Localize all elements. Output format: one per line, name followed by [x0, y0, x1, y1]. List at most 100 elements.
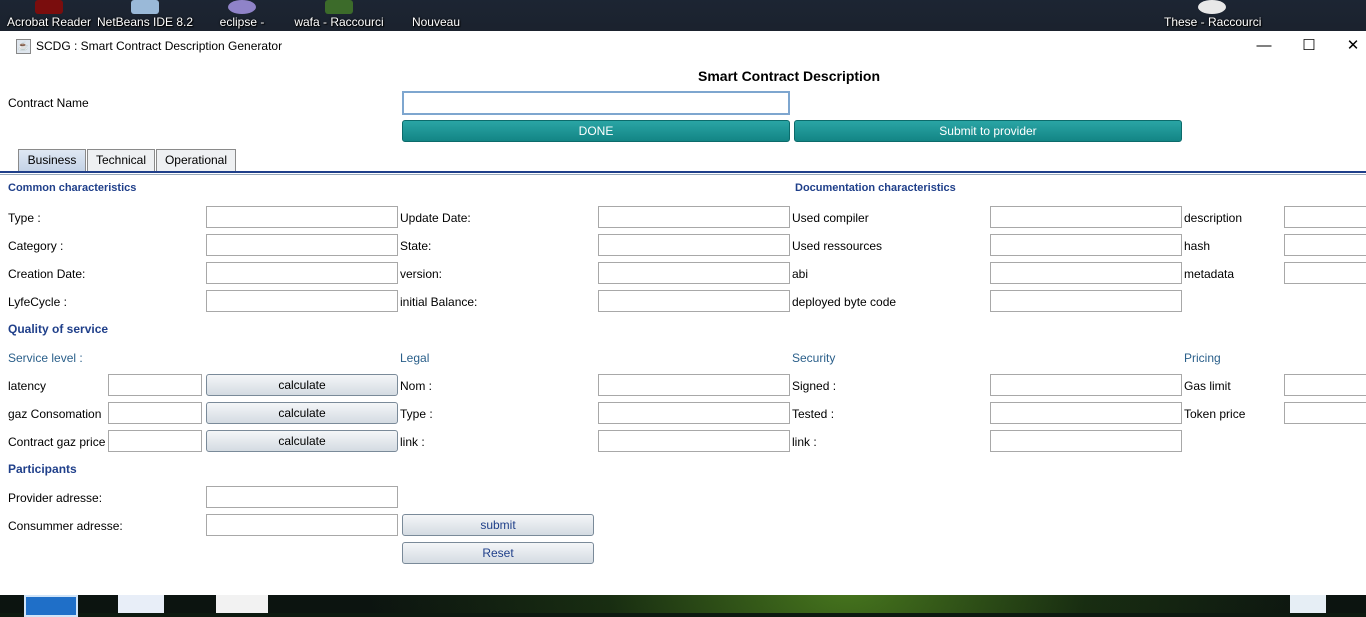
- app-arrows-icon[interactable]: [24, 595, 78, 617]
- desktop-icon-eclipse[interactable]: eclipse -: [194, 0, 290, 31]
- desktop-icon-acrobat[interactable]: Acrobat Reader: [1, 0, 97, 31]
- used-compiler-label: Used compiler: [792, 211, 869, 225]
- lifecycle-label: LyfeCycle :: [8, 295, 67, 309]
- security-title: Security: [792, 351, 836, 365]
- initial-balance-input[interactable]: [598, 290, 790, 312]
- reset-button[interactable]: Reset: [402, 542, 594, 564]
- maximize-button[interactable]: ☐: [1286, 31, 1332, 60]
- state-input[interactable]: [598, 234, 790, 256]
- signed-label: Signed :: [792, 379, 837, 393]
- desktop-icon-netbeans[interactable]: NetBeans IDE 8.2: [97, 0, 193, 31]
- gas-limit-input[interactable]: [1284, 374, 1366, 396]
- metadata-label: metadata: [1184, 267, 1235, 281]
- participants-title: Participants: [8, 462, 77, 476]
- common-characteristics-title: Common characteristics: [8, 182, 137, 194]
- desktop-icon-these[interactable]: These - Raccourci: [1164, 0, 1261, 31]
- gas-limit-label: Gas limit: [1184, 379, 1231, 393]
- lifecycle-input[interactable]: [206, 290, 398, 312]
- tab-divider: [0, 171, 1366, 173]
- abi-input[interactable]: [990, 262, 1182, 284]
- close-button[interactable]: ✕: [1330, 31, 1366, 60]
- description-label: description: [1184, 211, 1243, 225]
- word-icon[interactable]: [118, 595, 164, 613]
- desktop-icon-nouveau[interactable]: Nouveau: [388, 0, 484, 31]
- submit-button[interactable]: submit: [402, 514, 594, 536]
- initial-balance-label: initial Balance:: [400, 295, 478, 309]
- latency-input[interactable]: [108, 374, 202, 396]
- provider-address-label: Provider adresse:: [8, 491, 103, 505]
- tab-divider-shadow: [0, 174, 1366, 175]
- version-input[interactable]: [598, 262, 790, 284]
- legal-nom-input[interactable]: [598, 374, 790, 396]
- recycle-bin-icon[interactable]: [1290, 595, 1326, 613]
- update-date-label: Update Date:: [400, 211, 471, 225]
- gaz-consomation-input[interactable]: [108, 402, 202, 424]
- used-compiler-input[interactable]: [990, 206, 1182, 228]
- used-ressources-input[interactable]: [990, 234, 1182, 256]
- pricing-title: Pricing: [1184, 351, 1221, 365]
- security-link-input[interactable]: [990, 430, 1182, 452]
- legal-type-label: Type :: [400, 407, 433, 421]
- token-price-input[interactable]: [1284, 402, 1366, 424]
- java-app-icon: ☕: [16, 39, 31, 54]
- legal-link-input[interactable]: [598, 430, 790, 452]
- acrobat-icon: [35, 0, 63, 14]
- document-icon[interactable]: [216, 595, 268, 613]
- used-ressources-label: Used ressources: [792, 239, 883, 253]
- gaz-consomation-label: gaz Consomation: [8, 407, 102, 421]
- shortcut-icon: [1198, 0, 1226, 14]
- creation-date-input[interactable]: [206, 262, 398, 284]
- version-label: version:: [400, 267, 443, 281]
- security-link-label: link :: [792, 435, 817, 449]
- metadata-input[interactable]: [1284, 262, 1366, 284]
- service-level-title: Service level :: [8, 351, 83, 365]
- hash-input[interactable]: [1284, 234, 1366, 256]
- legal-title: Legal: [400, 351, 430, 365]
- legal-type-input[interactable]: [598, 402, 790, 424]
- category-input[interactable]: [206, 234, 398, 256]
- netbeans-icon: [131, 0, 159, 14]
- deployed-byte-code-label: deployed byte code: [792, 295, 897, 309]
- shortcut-icon: [325, 0, 353, 14]
- type-input[interactable]: [206, 206, 398, 228]
- abi-label: abi: [792, 267, 809, 281]
- quality-of-service-title: Quality of service: [8, 322, 109, 336]
- legal-link-label: link :: [400, 435, 425, 449]
- tab-operational[interactable]: Operational: [156, 149, 236, 171]
- contract-name-label: Contract Name: [8, 96, 89, 110]
- tab-business[interactable]: Business: [18, 149, 86, 171]
- contract-gaz-price-input[interactable]: [108, 430, 202, 452]
- tab-technical[interactable]: Technical: [87, 149, 155, 171]
- deployed-byte-code-input[interactable]: [990, 290, 1182, 312]
- calculate-gaz-button[interactable]: calculate: [206, 402, 398, 424]
- app-window: ☕ SCDG : Smart Contract Description Gene…: [0, 31, 1366, 595]
- tested-input[interactable]: [990, 402, 1182, 424]
- calculate-price-button[interactable]: calculate: [206, 430, 398, 452]
- minimize-button[interactable]: —: [1241, 31, 1287, 60]
- eclipse-icon: [228, 0, 256, 14]
- provider-address-input[interactable]: [206, 486, 398, 508]
- calculate-latency-button[interactable]: calculate: [206, 374, 398, 396]
- legal-nom-label: Nom :: [400, 379, 433, 393]
- consumer-address-label: Consummer adresse:: [8, 519, 123, 533]
- done-button[interactable]: DONE: [402, 120, 790, 142]
- creation-date-label: Creation Date:: [8, 267, 86, 281]
- category-label: Category :: [8, 239, 64, 253]
- desktop-icon-wafa[interactable]: wafa - Raccourci: [291, 0, 387, 31]
- signed-input[interactable]: [990, 374, 1182, 396]
- consumer-address-input[interactable]: [206, 514, 398, 536]
- update-date-input[interactable]: [598, 206, 790, 228]
- folder-icon: [422, 0, 450, 14]
- description-input[interactable]: [1284, 206, 1366, 228]
- state-label: State:: [400, 239, 432, 253]
- submit-to-provider-button[interactable]: Submit to provider: [794, 120, 1182, 142]
- contract-name-input[interactable]: [402, 91, 790, 115]
- documentation-characteristics-title: Documentation characteristics: [795, 182, 956, 194]
- main-panel: Smart Contract Description Contract Name…: [0, 60, 1366, 595]
- hash-label: hash: [1184, 239, 1211, 253]
- token-price-label: Token price: [1184, 407, 1246, 421]
- page-title: Smart Contract Description: [698, 68, 881, 84]
- contract-gaz-price-label: Contract gaz price: [8, 435, 106, 449]
- type-label: Type :: [8, 211, 41, 225]
- window-title: SCDG : Smart Contract Description Genera…: [36, 39, 283, 53]
